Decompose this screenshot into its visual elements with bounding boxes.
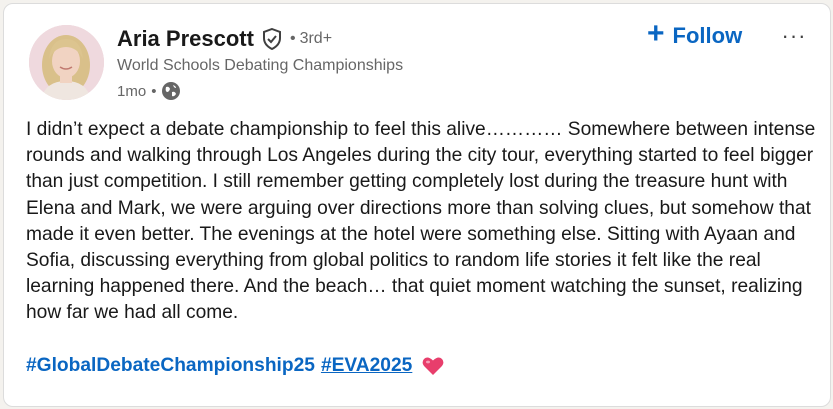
hashtag-link[interactable]: #EVA2025 — [321, 355, 412, 377]
author-name[interactable]: Aria Prescott — [117, 26, 254, 52]
author-headline: World Schools Debating Championships — [117, 57, 404, 74]
hashtag-row: #GlobalDebateChampionship25 #EVA2025 — [26, 355, 444, 377]
separator-dot: • — [289, 30, 296, 47]
post-body: I didn’t expect a debate championship to… — [26, 117, 826, 327]
heart-icon — [422, 356, 444, 376]
follow-button[interactable]: + Follow — [647, 17, 743, 50]
post-meta: 1mo • — [117, 81, 181, 101]
author-name-row: Aria Prescott • 3rd+ — [117, 26, 332, 52]
follow-label: Follow — [672, 22, 743, 48]
post-time[interactable]: 1mo — [117, 83, 146, 100]
more-options-button[interactable]: ··· — [776, 21, 812, 51]
globe-icon — [161, 81, 181, 101]
verified-shield-icon — [262, 27, 282, 51]
hashtag-link[interactable]: #GlobalDebateChampionship25 — [26, 355, 315, 377]
avatar[interactable] — [29, 25, 104, 100]
post-card: Aria Prescott • 3rd+ World Schools Debat… — [3, 3, 831, 407]
post-text: I didn’t expect a debate championship to… — [26, 119, 816, 324]
connection-degree: 3rd+ — [299, 30, 333, 47]
separator-dot: • — [151, 82, 157, 100]
plus-icon: + — [647, 17, 665, 50]
